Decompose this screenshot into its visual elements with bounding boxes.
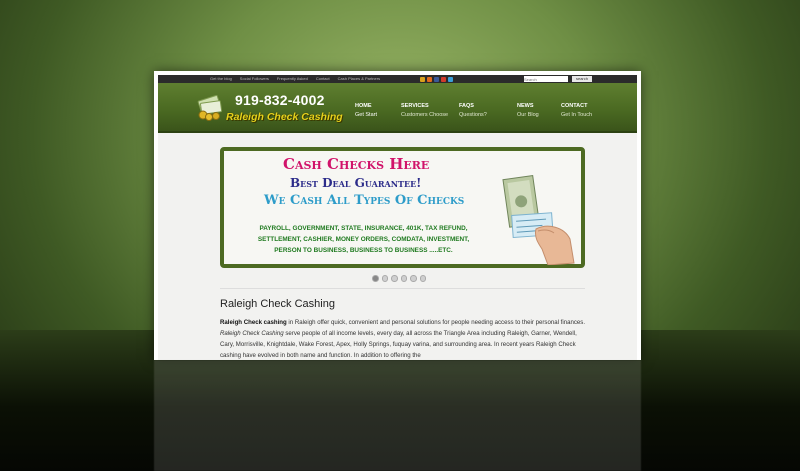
main-nav: HOME Get Start SERVICES Customers Choose… <box>350 103 614 118</box>
nav-title: FAQS <box>459 103 474 109</box>
nav-subtitle: Our Blog <box>517 112 539 118</box>
cash-logo-icon[interactable] <box>196 95 224 121</box>
slider-dot[interactable] <box>400 275 407 282</box>
banner-guarantee: Best Deal Guarantee! <box>290 176 422 190</box>
slider-dot[interactable] <box>410 275 417 282</box>
facebook-icon[interactable] <box>434 77 439 82</box>
nav-item-services[interactable]: SERVICES Customers Choose <box>396 103 451 118</box>
top-link[interactable]: Social Followers <box>240 75 269 83</box>
check-types-line: PAYROLL, GOVERNMENT, STATE, INSURANCE, 4… <box>259 225 468 232</box>
nav-subtitle: Get Start <box>355 112 378 118</box>
nav-subtitle: Questions? <box>459 112 487 118</box>
brand-name[interactable]: Raleigh Check Cashing <box>226 111 343 123</box>
intro-paragraph: Raleigh Check cashing in Raleigh offer q… <box>220 317 588 360</box>
top-links: Get the blog Social Followers Frequently… <box>210 75 380 83</box>
page-title: Raleigh Check Cashing <box>220 298 335 310</box>
slider-pagination <box>372 275 426 282</box>
website-page: Get the blog Social Followers Frequently… <box>158 75 637 360</box>
nav-item-home[interactable]: HOME Get Start <box>350 103 393 118</box>
nav-title: HOME <box>355 103 372 109</box>
top-link[interactable]: Cash Places & Partners <box>338 75 380 83</box>
nav-item-faqs[interactable]: FAQS Questions? <box>454 103 509 118</box>
slider-dot[interactable] <box>391 275 398 282</box>
slider-dot[interactable] <box>419 275 426 282</box>
nav-title: NEWS <box>517 103 534 109</box>
phone-number[interactable]: 919-832-4002 <box>235 92 325 108</box>
website-screenshot-frame: Get the blog Social Followers Frequently… <box>154 71 641 360</box>
nav-item-news[interactable]: NEWS Our Blog <box>512 103 553 118</box>
banner-subheadline: We Cash All Types Of Checks <box>264 193 465 208</box>
check-types-line: PERSON TO BUSINESS, BUSINESS TO BUSINESS… <box>274 246 453 254</box>
nav-title: SERVICES <box>401 103 429 109</box>
nav-title: CONTACT <box>561 103 588 109</box>
social-icons <box>420 77 453 82</box>
intro-italic: Raleigh Check Cashing <box>220 330 284 337</box>
check-types-list: PAYROLL, GOVERNMENT, STATE, INSURANCE, 4… <box>236 224 491 256</box>
site-header: 919-832-4002 Raleigh Check Cashing HOME … <box>158 83 637 133</box>
nav-subtitle: Get In Touch <box>561 112 593 118</box>
top-link[interactable]: Contact <box>316 75 330 83</box>
hero-banner[interactable]: Cash Checks Here Best Deal Guarantee! We… <box>220 147 585 268</box>
page-reflection <box>154 360 641 471</box>
content-divider <box>220 288 585 289</box>
youtube-icon[interactable] <box>441 77 446 82</box>
slider-dot[interactable] <box>381 275 388 282</box>
search-input[interactable] <box>524 76 568 82</box>
twitter-icon[interactable] <box>448 77 453 82</box>
banner-headline: Cash Checks Here <box>283 155 430 173</box>
top-link[interactable]: Frequently Asked <box>277 75 308 83</box>
intro-text: in Raleigh offer quick, convenient and p… <box>286 319 586 326</box>
search-button[interactable]: search <box>572 76 592 82</box>
top-utility-bar: Get the blog Social Followers Frequently… <box>158 75 637 83</box>
intro-bold: Raleigh Check cashing <box>220 319 287 326</box>
cash-and-check-illustration <box>502 174 575 265</box>
blogger-icon[interactable] <box>427 77 432 82</box>
nav-subtitle: Customers Choose <box>401 112 449 118</box>
check-types-line: SETTLEMENT, CASHIER, MONEY ORDERS, COMDA… <box>257 235 470 243</box>
reflection-surface <box>154 360 641 471</box>
nav-item-contact[interactable]: CONTACT Get In Touch <box>556 103 611 118</box>
top-link[interactable]: Get the blog <box>210 75 232 83</box>
slider-dot[interactable] <box>372 275 379 282</box>
rss-icon[interactable] <box>420 77 425 82</box>
